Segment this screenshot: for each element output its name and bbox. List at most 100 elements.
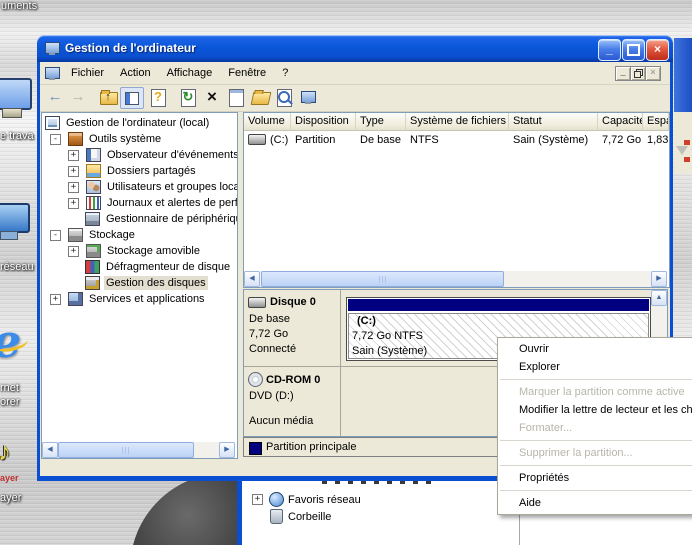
refresh-icon[interactable]: ↻ [178, 87, 198, 107]
expand-toggle[interactable]: + [252, 494, 263, 505]
properties-icon[interactable] [226, 87, 246, 107]
expand-toggle[interactable]: + [68, 198, 79, 209]
media-player-icon[interactable]: ♪ [0, 436, 11, 467]
tree-item-label: Défragmenteur de disque [104, 260, 232, 274]
mdi-restore-button[interactable] [630, 66, 646, 81]
tree-item-observateur-evenements[interactable]: +Observateur d'événements [42, 147, 237, 163]
manage-computer-icon[interactable] [298, 87, 318, 107]
tree-item-gestion-des-disques[interactable]: Gestion des disques [42, 275, 237, 291]
scroll-up-button[interactable]: ▲ [651, 290, 667, 306]
collapse-toggle[interactable]: - [50, 134, 61, 145]
cdrom-drive: DVD (D:) [249, 390, 294, 402]
pane-glyph [125, 92, 139, 105]
tree-item-stockage[interactable]: - Stockage [42, 227, 237, 243]
cdrom-media: Aucun média [249, 415, 313, 427]
tree-item-label: Services et applications [87, 292, 207, 306]
delete-icon[interactable]: × [202, 87, 222, 107]
tree-item-gestion-ordinateur[interactable]: Gestion de l'ordinateur (local) [42, 115, 237, 131]
minimize-button[interactable]: _ [598, 39, 621, 61]
tree-item-stockage-amovible[interactable]: +Stockage amovible [42, 243, 237, 259]
help-topics-icon[interactable]: ? [148, 87, 168, 107]
scroll-right-button[interactable]: ▶ [219, 442, 235, 458]
internet-explorer-label-2[interactable]: orer [0, 396, 20, 408]
tree-item-favoris-reseau[interactable]: + Favoris réseau [252, 492, 361, 507]
menu-item-modifier-lettre[interactable]: Modifier la lettre de lecteur et les che… [498, 401, 692, 419]
menu-affichage[interactable]: Affichage [159, 64, 221, 82]
show-console-tree-icon[interactable] [120, 87, 144, 109]
back-icon[interactable]: ← [45, 87, 65, 107]
tree-item-label: Stockage [87, 228, 137, 242]
tree-item-defragmenteur[interactable]: Défragmenteur de disque [42, 259, 237, 275]
up-arrow-glyph: ↑ [98, 87, 118, 107]
tree-item-outils-systeme[interactable]: - Outils système [42, 131, 237, 147]
open-folder-icon[interactable] [250, 87, 270, 107]
menu-aide[interactable]: ? [274, 64, 296, 82]
menu-item-proprietes[interactable]: Propriétés [498, 469, 692, 487]
tree-item-dossiers-partages[interactable]: +Dossiers partagés [42, 163, 237, 179]
tree-item-corbeille[interactable]: Corbeille [252, 509, 331, 524]
network-places-icon [269, 492, 284, 507]
menu-action[interactable]: Action [112, 64, 159, 82]
expand-toggle[interactable]: + [68, 246, 79, 257]
volume-row-c[interactable]: (C:) Partition De base NTFS Sain (Systèm… [244, 131, 669, 148]
column-header-type[interactable]: Type [356, 113, 406, 131]
my-computer-label[interactable]: e trava [0, 130, 34, 142]
toolbar: ← → ↑ ? ↻ × [40, 84, 670, 112]
collapse-toggle[interactable]: - [50, 230, 61, 241]
column-header-volume[interactable]: Volume [244, 113, 291, 131]
red-marker-icon [684, 140, 690, 145]
scroll-left-button[interactable]: ◀ [244, 271, 260, 287]
mdi-close-button[interactable]: × [645, 66, 661, 81]
network-icon[interactable] [0, 203, 30, 233]
scroll-left-button[interactable]: ◀ [42, 442, 58, 458]
disk0-info-cell[interactable]: Disque 0 De base 7,72 Go Connecté [244, 290, 341, 366]
menu-item-aide[interactable]: Aide [498, 494, 692, 512]
expand-toggle[interactable]: + [68, 182, 79, 193]
scrollbar-thumb[interactable] [261, 271, 504, 287]
search-icon[interactable] [274, 87, 294, 107]
column-header-espace-libre[interactable]: Espace libre [643, 113, 669, 131]
menu-item-explorer[interactable]: Explorer [498, 358, 692, 376]
title-bar[interactable]: Gestion de l'ordinateur _ × [37, 35, 673, 62]
column-header-disposition[interactable]: Disposition [291, 113, 356, 131]
disk-size: 7,72 Go [249, 328, 288, 340]
disk-name: Disque 0 [270, 296, 316, 308]
column-header-statut[interactable]: Statut [509, 113, 598, 131]
scroll-right-button[interactable]: ▶ [651, 271, 667, 287]
column-header-systeme-fichiers[interactable]: Système de fichiers [406, 113, 509, 131]
network-label[interactable]: réseau [0, 261, 34, 273]
tree-item-gestionnaire-peripheriques[interactable]: Gestionnaire de périphériques [42, 211, 237, 227]
forward-icon[interactable]: → [68, 87, 88, 107]
services-icon [68, 292, 83, 306]
maximize-button[interactable] [622, 39, 645, 61]
close-button[interactable]: × [646, 39, 669, 61]
tree-horizontal-scrollbar[interactable]: ◀ ▶ [42, 442, 235, 458]
up-one-level-icon[interactable]: ↑ [98, 87, 118, 107]
scrollbar-thumb[interactable] [58, 442, 194, 458]
tree-item-services-applications[interactable]: + Services et applications [42, 291, 237, 307]
expand-toggle[interactable]: + [50, 294, 61, 305]
recycle-bin-icon [270, 509, 283, 524]
expand-toggle[interactable]: + [68, 150, 79, 161]
tree-item-journaux-alertes[interactable]: +Journaux et alertes de performance [42, 195, 237, 211]
internet-explorer-label-1[interactable]: rnet [0, 382, 19, 394]
my-computer-base-icon [2, 108, 22, 118]
volume-list-horizontal-scrollbar[interactable]: ◀ ▶ [244, 271, 667, 287]
legend-label: Partition principale [266, 441, 357, 453]
my-computer-icon[interactable] [0, 78, 32, 110]
removable-storage-icon [86, 244, 101, 258]
tree-item-utilisateurs-groupes[interactable]: +Utilisateurs et groupes locaux [42, 179, 237, 195]
column-header-capacite[interactable]: Capacité [598, 113, 643, 131]
tree-item-label: Outils système [87, 132, 163, 146]
maximize-glyph [627, 44, 640, 56]
cdrom-info-cell[interactable]: CD-ROM 0 DVD (D:) Aucun média [244, 367, 341, 436]
computer-icon [45, 116, 60, 130]
mdi-minimize-button[interactable]: _ [615, 66, 631, 81]
menu-fichier[interactable]: Fichier [63, 64, 112, 82]
toolbox-icon [68, 132, 83, 146]
sheet-glyph [229, 89, 244, 107]
menu-item-ouvrir[interactable]: Ouvrir [498, 340, 692, 358]
expand-toggle[interactable]: + [68, 166, 79, 177]
menu-fenetre[interactable]: Fenêtre [220, 64, 274, 82]
media-player-label[interactable]: ayer [0, 492, 21, 504]
